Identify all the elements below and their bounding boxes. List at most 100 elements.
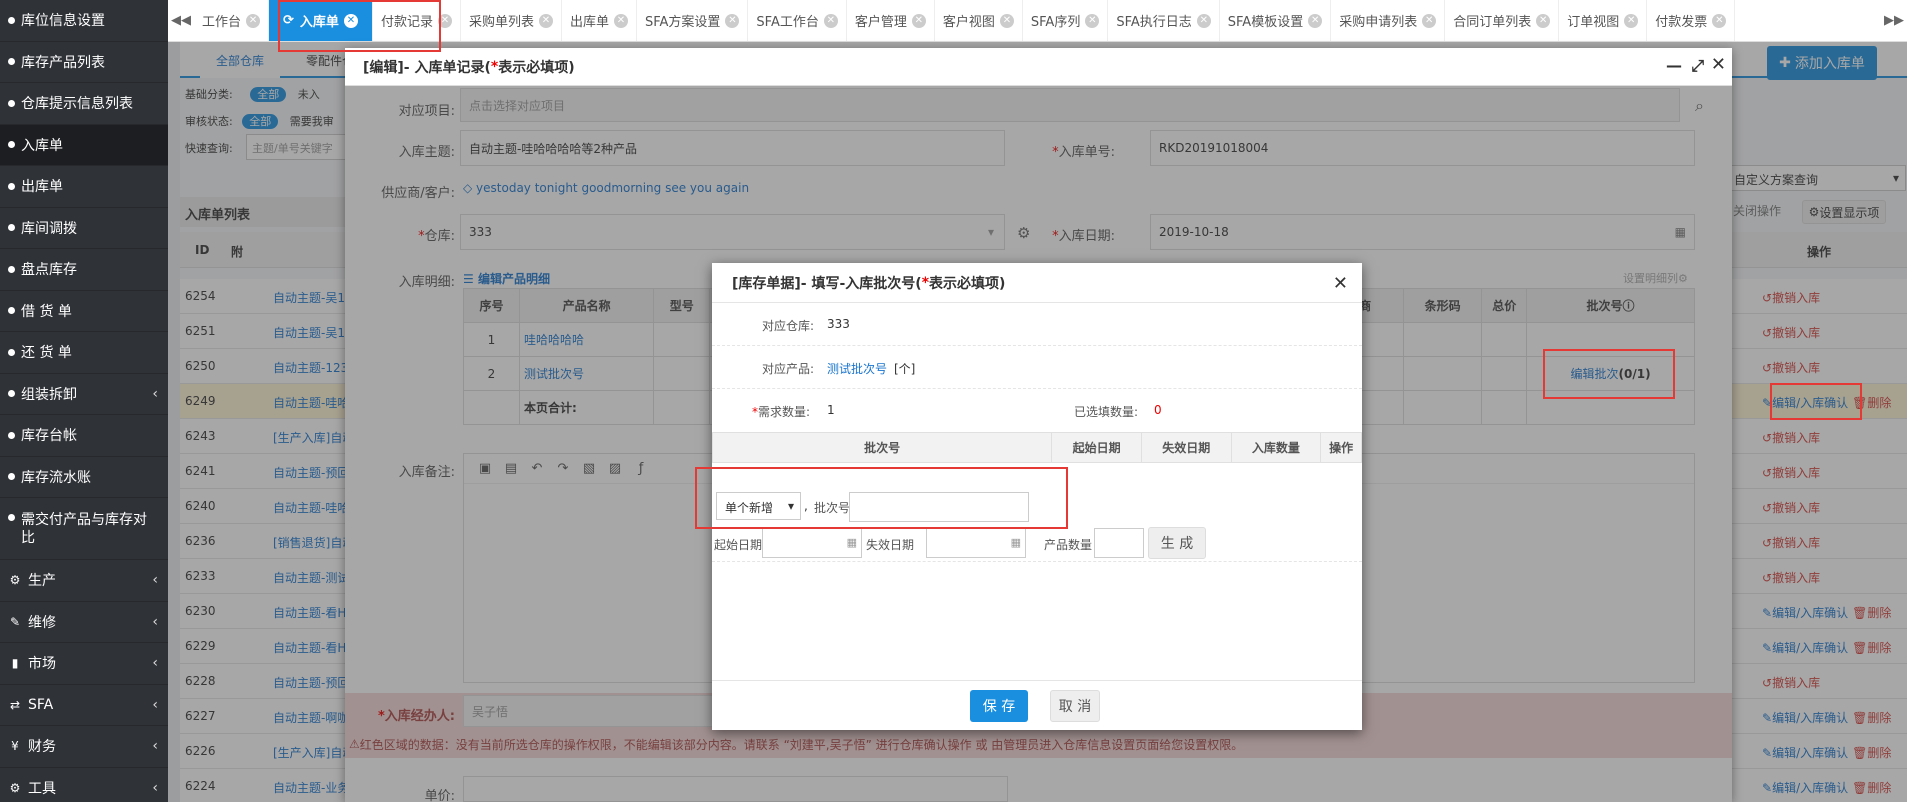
row-title-link[interactable]: 自动主题-啊咖: [273, 709, 349, 726]
row-title-link[interactable]: 自动主题-看H: [273, 604, 346, 621]
calendar-icon[interactable]: ▦: [847, 536, 857, 549]
filter-basic-all[interactable]: 全部: [250, 87, 287, 102]
revoke-inbound-link[interactable]: ↺撤销入库: [1762, 569, 1820, 586]
product-qty-input[interactable]: [1094, 528, 1144, 558]
revoke-inbound-link[interactable]: ↺撤销入库: [1762, 289, 1820, 306]
tab-close-icon[interactable]: ✕: [911, 13, 926, 28]
row-title-link[interactable]: [生产入库]自动: [273, 744, 354, 761]
tab[interactable]: 客户管理 ✕: [847, 0, 935, 41]
tab-close-icon[interactable]: ✕: [823, 13, 838, 28]
tab-close-icon[interactable]: ✕: [1536, 13, 1551, 28]
sidebar-item[interactable]: 入库单: [0, 124, 168, 166]
tab[interactable]: ⟳ 入库单 ✕: [269, 0, 373, 41]
filter-audit-mine[interactable]: 需要我审: [290, 115, 334, 128]
revoke-inbound-link[interactable]: ↺撤销入库: [1762, 359, 1820, 376]
sidebar-item[interactable]: 库存产品列表: [0, 42, 168, 83]
calendar-icon[interactable]: ▦: [1011, 536, 1021, 549]
tab-close-icon[interactable]: ✕: [1196, 13, 1211, 28]
sidebar-item[interactable]: ⚙ 工具 ‹: [0, 768, 168, 802]
sidebar-item[interactable]: 盘点库存: [0, 249, 168, 291]
tab[interactable]: SFA工作台 ✕: [748, 0, 847, 41]
sidebar-item[interactable]: 组装拆卸 ‹: [0, 374, 168, 415]
tab[interactable]: 出库单 ✕: [562, 0, 637, 41]
sidebar-item[interactable]: 出库单: [0, 166, 168, 208]
batch-product-link[interactable]: 测试批次号: [827, 360, 887, 377]
tab[interactable]: SFA模板设置 ✕: [1220, 0, 1332, 41]
sidebar-item[interactable]: 库存流水账: [0, 457, 168, 498]
save-button[interactable]: 保 存: [970, 690, 1028, 722]
add-inbound-button[interactable]: ✚ 添加入库单: [1767, 46, 1877, 80]
filter-audit-all[interactable]: 全部: [242, 114, 279, 129]
edit-confirm-link[interactable]: ✎编辑/入库确认 🗑删除: [1762, 744, 1891, 761]
tab[interactable]: 工作台 ✕: [194, 0, 270, 41]
tab[interactable]: SFA序列 ✕: [1023, 0, 1109, 41]
row-title-link[interactable]: 自动主题-预回: [273, 674, 349, 691]
refresh-icon[interactable]: ⟳: [283, 13, 294, 28]
tab[interactable]: 合同订单列表 ✕: [1445, 0, 1560, 41]
tab[interactable]: SFA执行日志 ✕: [1108, 0, 1220, 41]
sidebar-item[interactable]: 借 货 单: [0, 291, 168, 332]
sidebar-item[interactable]: 还 货 单: [0, 332, 168, 374]
tab[interactable]: 采购申请列表 ✕: [1331, 0, 1446, 41]
edit-confirm-link[interactable]: ✎编辑/入库确认 🗑删除: [1762, 639, 1891, 656]
tabs-scroll-right-icon[interactable]: ▶▶: [1881, 0, 1907, 41]
sidebar-item[interactable]: 仓库提示信息列表: [0, 83, 168, 125]
tab[interactable]: 采购单列表 ✕: [461, 0, 562, 41]
tab-close-icon[interactable]: ✕: [1085, 13, 1100, 28]
revoke-inbound-link[interactable]: ↺撤销入库: [1762, 674, 1820, 691]
edit-confirm-link[interactable]: ✎编辑/入库确认 🗑删除: [1762, 394, 1891, 411]
row-title-link[interactable]: 自动主题-哇哈: [273, 394, 349, 411]
tab-close-icon[interactable]: ✕: [725, 13, 740, 28]
sidebar-item[interactable]: 需交付产品与库存对比: [0, 498, 168, 560]
tab[interactable]: 客户视图 ✕: [935, 0, 1023, 41]
tab-close-icon[interactable]: ✕: [613, 13, 628, 28]
tab-close-icon[interactable]: ✕: [538, 13, 553, 28]
row-title-link[interactable]: 自动主题-预回: [273, 464, 349, 481]
tab-close-icon[interactable]: ✕: [999, 13, 1014, 28]
custom-query-select[interactable]: 自定义方案查询 ▾: [1728, 165, 1906, 191]
tab-close-icon[interactable]: ✕: [437, 13, 452, 28]
batch-mode-select[interactable]: 单个新增 ▾: [716, 492, 801, 520]
delete-link[interactable]: 🗑删除: [1852, 606, 1891, 620]
delete-link[interactable]: 🗑删除: [1852, 641, 1891, 655]
maximize-icon[interactable]: ⤢: [1691, 56, 1704, 76]
revoke-inbound-link[interactable]: ↺撤销入库: [1762, 464, 1820, 481]
row-title-link[interactable]: 自动主题-看H: [273, 639, 346, 656]
delete-link[interactable]: 🗑删除: [1852, 396, 1891, 410]
row-title-link[interactable]: [生产入库]自动: [273, 429, 354, 446]
edit-confirm-link[interactable]: ✎编辑/入库确认 🗑删除: [1762, 709, 1891, 726]
revoke-inbound-link[interactable]: ↺撤销入库: [1762, 534, 1820, 551]
delete-link[interactable]: 🗑删除: [1852, 711, 1891, 725]
expire-date-input[interactable]: ▦: [926, 528, 1026, 558]
tab[interactable]: SFA方案设置 ✕: [637, 0, 749, 41]
display-settings-button[interactable]: ⚙ 设置显示项: [1802, 200, 1886, 224]
delete-link[interactable]: 🗑删除: [1852, 781, 1891, 795]
row-title-link[interactable]: 自动主题-123: [273, 359, 348, 376]
sidebar-item[interactable]: ⚙ 生产 ‹: [0, 560, 168, 602]
row-title-link[interactable]: 自动主题-吴1: [273, 324, 345, 341]
tab[interactable]: 订单视图 ✕: [1559, 0, 1648, 41]
cancel-button[interactable]: 取 消: [1050, 690, 1100, 722]
edit-confirm-link[interactable]: ✎编辑/入库确认 🗑删除: [1762, 604, 1891, 621]
tab[interactable]: 付款记录 ✕: [373, 0, 461, 41]
start-date-input[interactable]: ▦: [762, 528, 862, 558]
close-icon[interactable]: ✕: [1711, 54, 1726, 75]
row-title-link[interactable]: [销售退货]自动: [273, 534, 354, 551]
row-title-link[interactable]: 自动主题-业务: [273, 779, 349, 796]
tabs-scroll-left-icon[interactable]: ◀◀: [168, 0, 194, 41]
tab-close-icon[interactable]: ✕: [246, 13, 261, 28]
filter-basic-pending[interactable]: 未入: [298, 88, 320, 101]
sidebar-item[interactable]: 库位信息设置: [0, 0, 168, 42]
delete-link[interactable]: 🗑删除: [1852, 746, 1891, 760]
row-title-link[interactable]: 自动主题-哇哈: [273, 499, 349, 516]
batch-number-input[interactable]: [849, 492, 1029, 522]
edit-confirm-link[interactable]: ✎编辑/入库确认 🗑删除: [1762, 779, 1891, 796]
sidebar-item[interactable]: 库间调拨: [0, 208, 168, 249]
tab-close-icon[interactable]: ✕: [1422, 13, 1437, 28]
minimize-icon[interactable]: —: [1666, 56, 1682, 75]
tab-close-icon[interactable]: ✕: [1624, 13, 1639, 28]
revoke-inbound-link[interactable]: ↺撤销入库: [1762, 429, 1820, 446]
sidebar-item[interactable]: ▮ 市场 ‹: [0, 643, 168, 685]
sidebar-item[interactable]: ⇄ SFA ‹: [0, 685, 168, 726]
sidebar-item[interactable]: ✎ 维修 ‹: [0, 602, 168, 643]
